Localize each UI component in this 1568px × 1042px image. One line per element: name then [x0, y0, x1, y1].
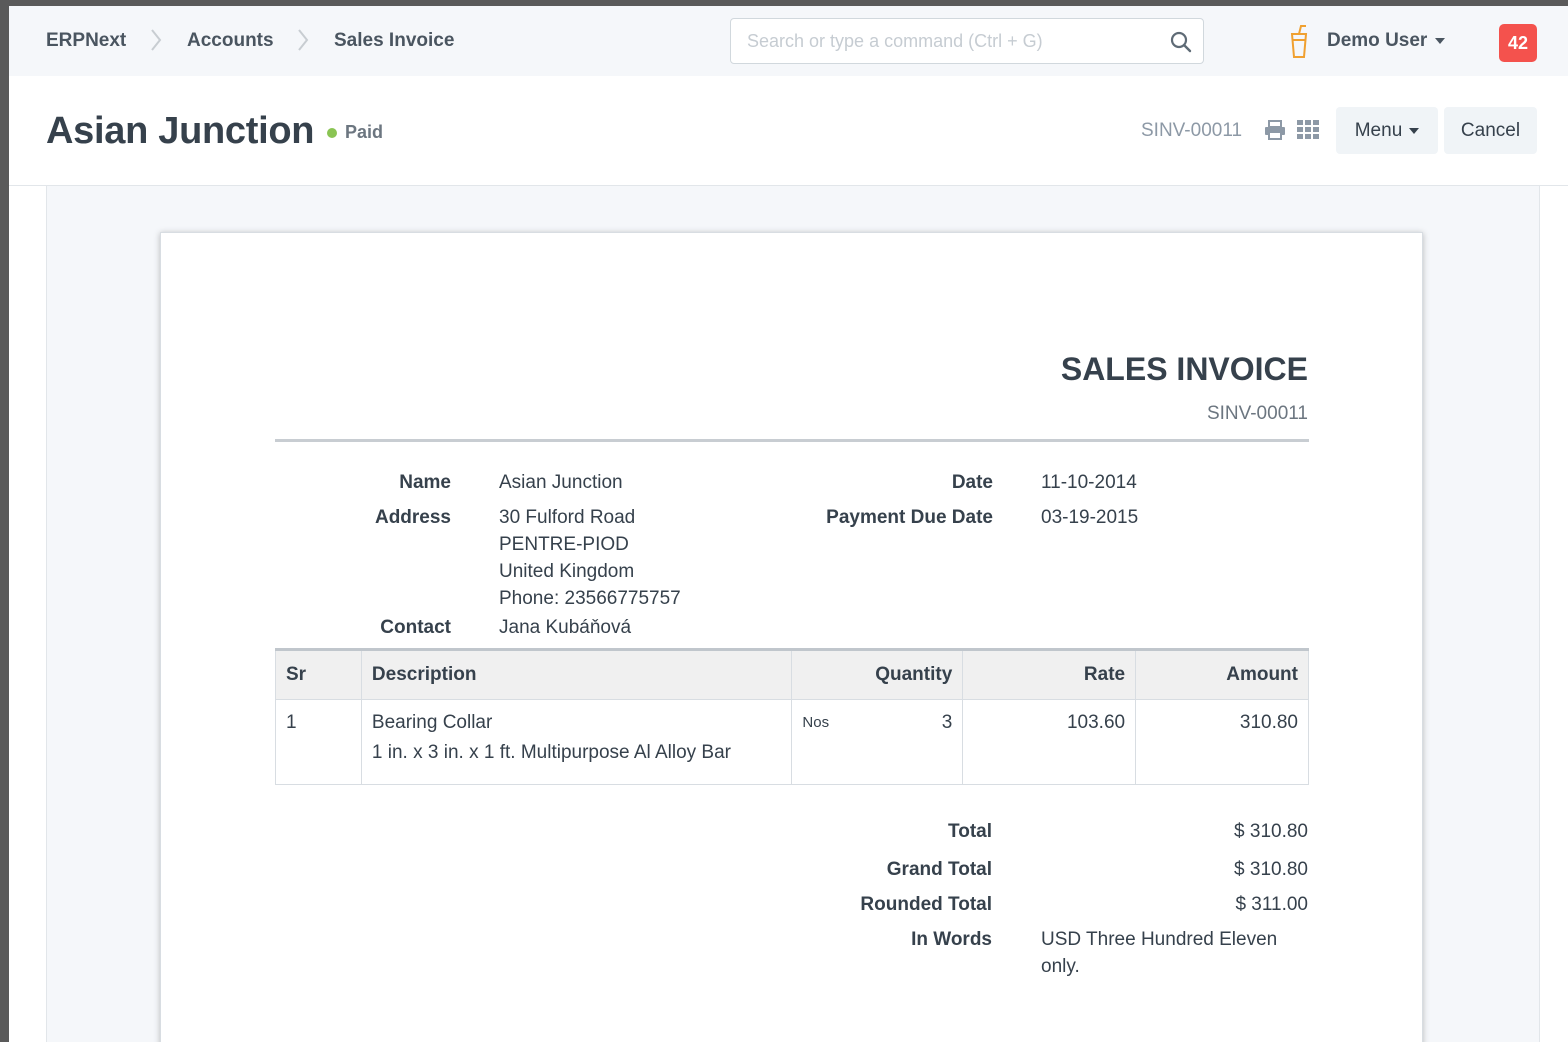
page-title: Asian Junction — [46, 110, 315, 152]
invoice-heading: SALES INVOICE — [1060, 351, 1308, 387]
contact-label: Contact — [380, 617, 451, 638]
in-words-label: In Words — [911, 929, 992, 950]
address-line: Phone: 23566775757 — [499, 588, 681, 609]
in-words-value: USD Three Hundred Eleven only. — [1041, 926, 1277, 980]
column-header-description: Description — [360, 648, 793, 700]
search-bar[interactable] — [730, 18, 1204, 64]
item-name: Bearing Collar — [371, 712, 493, 733]
name-label: Name — [399, 472, 451, 493]
menu-button[interactable]: Menu — [1336, 107, 1438, 154]
column-header-quantity: Quantity — [791, 648, 964, 700]
printer-icon[interactable] — [1264, 120, 1286, 140]
cell-rate: 103.60 — [962, 699, 1137, 785]
status-dot-icon — [327, 127, 337, 138]
address-line: United Kingdom — [499, 561, 635, 582]
address-line: 30 Fulford Road — [499, 507, 636, 528]
status-label: Paid — [345, 122, 384, 142]
invoice-sheet: SALES INVOICE SINV-00011 Name Asian Junc… — [160, 232, 1423, 1042]
breadcrumb-erpnext[interactable]: ERPNext — [46, 30, 126, 52]
table-header-row: Sr Description Quantity Rate Amount — [275, 648, 1309, 700]
divider — [275, 439, 1309, 442]
status-indicator: Paid — [327, 122, 383, 143]
grand-total-label: Grand Total — [886, 859, 992, 880]
unit-of-measure: Nos — [802, 714, 830, 731]
table-row: 1 Bearing Collar 1 in. x 3 in. x 1 ft. M… — [275, 699, 1309, 785]
customer-name: Asian Junction — [499, 472, 623, 493]
rounded-total-value: $ 311.00 — [1235, 894, 1308, 915]
invoice-date: 11-10-2014 — [1041, 472, 1137, 493]
in-words-line: only. — [1041, 956, 1080, 977]
user-menu[interactable]: Demo User — [1327, 30, 1446, 52]
caret-down-icon — [1409, 127, 1420, 134]
bell-icon[interactable] — [1287, 24, 1311, 60]
item-description: 1 in. x 3 in. x 1 ft. Multipurpose Al Al… — [371, 742, 731, 763]
due-date-label: Payment Due Date — [826, 507, 993, 528]
address-line: PENTRE-PIOD — [499, 534, 629, 555]
column-header-sr: Sr — [275, 648, 362, 700]
app-window: ERPNext Accounts Sales Invoice Demo User… — [9, 6, 1568, 1042]
total-value: $ 310.80 — [1234, 821, 1308, 842]
items-table: Sr Description Quantity Rate Amount 1 Be… — [275, 648, 1309, 785]
invoice-number: SINV-00011 — [1206, 403, 1308, 424]
column-header-amount: Amount — [1135, 648, 1309, 700]
in-words-line: USD Three Hundred Eleven — [1041, 929, 1278, 950]
contact-name: Jana Kubáňová — [499, 617, 632, 638]
address-block: 30 Fulford Road PENTRE-PIOD United Kingd… — [499, 504, 681, 612]
breadcrumb-sales-invoice[interactable]: Sales Invoice — [334, 30, 454, 52]
chevron-right-icon — [151, 29, 162, 51]
menu-button-label: Menu — [1354, 119, 1403, 141]
grand-total-value: $ 310.80 — [1234, 859, 1308, 880]
search-input[interactable] — [745, 30, 1149, 53]
notification-badge[interactable]: 42 — [1499, 24, 1537, 62]
user-name: Demo User — [1327, 30, 1428, 51]
breadcrumb-accounts[interactable]: Accounts — [187, 30, 274, 52]
search-icon[interactable] — [1169, 30, 1193, 54]
cell-quantity: Nos 3 — [791, 699, 964, 785]
document-id: SINV-00011 — [1141, 120, 1243, 141]
column-header-rate: Rate — [962, 648, 1137, 700]
rounded-total-label: Rounded Total — [860, 894, 992, 915]
page-header: Asian Junction Paid SINV-00011 Menu Canc… — [9, 76, 1568, 186]
cell-sr: 1 — [275, 699, 362, 785]
cell-amount: 310.80 — [1135, 699, 1309, 785]
caret-down-icon — [1435, 38, 1446, 44]
cell-description: Bearing Collar 1 in. x 3 in. x 1 ft. Mul… — [360, 699, 793, 785]
chevron-right-icon — [298, 29, 309, 51]
quantity-value: 3 — [941, 712, 953, 733]
due-date: 03-19-2015 — [1041, 507, 1139, 528]
address-label: Address — [374, 507, 451, 528]
grid-icon[interactable] — [1297, 120, 1319, 140]
top-navbar: ERPNext Accounts Sales Invoice Demo User… — [9, 6, 1568, 77]
total-label: Total — [948, 821, 992, 842]
date-label: Date — [951, 472, 993, 493]
cancel-button[interactable]: Cancel — [1444, 107, 1537, 154]
